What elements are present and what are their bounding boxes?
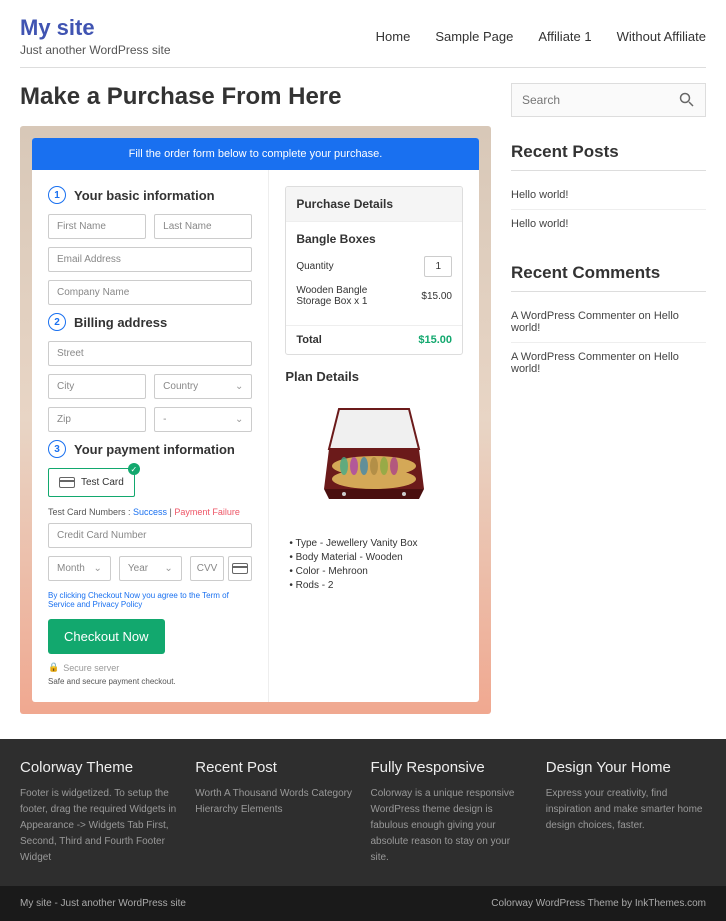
safe-text: Safe and secure payment checkout. — [48, 677, 252, 686]
footer-col-text: Colorway is a unique responsive WordPres… — [371, 786, 531, 866]
cvv-input[interactable]: CVV — [190, 556, 225, 581]
recent-comment-link[interactable]: A WordPress Commenter on Hello world! — [511, 302, 706, 343]
first-name-input[interactable]: First Name — [48, 214, 146, 239]
plan-item: Color - Mehroon — [289, 566, 463, 577]
product-image — [285, 394, 463, 524]
search-icon[interactable] — [679, 92, 695, 108]
step-3-title: Your payment information — [74, 442, 235, 457]
step-2-icon: 2 — [48, 313, 66, 331]
month-select[interactable]: Month — [48, 556, 111, 581]
last-name-input[interactable]: Last Name — [154, 214, 252, 239]
plan-item: Body Material - Wooden — [289, 552, 463, 563]
recent-comments-title: Recent Comments — [511, 263, 706, 283]
footer-col-title: Fully Responsive — [371, 759, 531, 776]
recent-post-link[interactable]: Hello world! — [511, 181, 706, 210]
cc-number-input[interactable]: Credit Card Number — [48, 523, 252, 548]
site-title[interactable]: My site — [20, 15, 171, 41]
plan-item: Type - Jewellery Vanity Box — [289, 538, 463, 549]
line-item: Wooden Bangle Storage Box x 1 — [296, 285, 396, 307]
product-title: Bangle Boxes — [296, 232, 452, 246]
step-1-title: Your basic information — [74, 188, 215, 203]
step-2-title: Billing address — [74, 315, 167, 330]
total-price: $15.00 — [418, 334, 452, 346]
purchase-details-head: Purchase Details — [286, 187, 462, 222]
plan-details-title: Plan Details — [285, 369, 463, 384]
site-tagline: Just another WordPress site — [20, 43, 171, 57]
line-price: $15.00 — [421, 291, 452, 302]
email-input[interactable]: Email Address — [48, 247, 252, 272]
footer-col-title: Colorway Theme — [20, 759, 180, 776]
footer-col-text: Worth A Thousand Words Category Hierarch… — [195, 786, 355, 818]
test-card-option[interactable]: Test Card — [48, 468, 135, 497]
nav-home[interactable]: Home — [376, 29, 411, 44]
recent-comment-link[interactable]: A WordPress Commenter on Hello world! — [511, 343, 706, 383]
total-label: Total — [296, 334, 321, 346]
plan-item: Rods - 2 — [289, 580, 463, 591]
nav-sample[interactable]: Sample Page — [435, 29, 513, 44]
lock-icon: 🔒 — [48, 662, 59, 673]
state-select[interactable]: - — [154, 407, 252, 432]
card-icon — [59, 477, 75, 488]
qty-input[interactable]: 1 — [424, 256, 452, 277]
nav-affiliate[interactable]: Affiliate 1 — [538, 29, 591, 44]
year-select[interactable]: Year — [119, 556, 182, 581]
street-input[interactable]: Street — [48, 341, 252, 366]
order-banner: Fill the order form below to complete yo… — [32, 138, 479, 170]
recent-posts-title: Recent Posts — [511, 142, 706, 162]
failure-link[interactable]: Payment Failure — [174, 507, 240, 517]
step-3-icon: 3 — [48, 440, 66, 458]
footer-col-text: Footer is widgetized. To setup the foote… — [20, 786, 180, 866]
main-nav: Home Sample Page Affiliate 1 Without Aff… — [376, 29, 706, 44]
footer-bar-right[interactable]: Colorway WordPress Theme by InkThemes.co… — [491, 898, 706, 909]
footer-col-title: Design Your Home — [546, 759, 706, 776]
plan-list: Type - Jewellery Vanity Box Body Materia… — [285, 538, 463, 591]
country-select[interactable]: Country — [154, 374, 252, 399]
search-box[interactable] — [511, 83, 706, 117]
footer-bar-left: My site - Just another WordPress site — [20, 898, 186, 909]
zip-input[interactable]: Zip — [48, 407, 146, 432]
cvv-card-icon — [228, 556, 252, 581]
secure-server: 🔒Secure server — [48, 662, 252, 673]
search-input[interactable] — [522, 93, 679, 107]
nav-without[interactable]: Without Affiliate — [617, 29, 706, 44]
terms-text: By clicking Checkout Now you agree to th… — [48, 591, 252, 609]
success-link[interactable]: Success — [133, 507, 167, 517]
page-title: Make a Purchase From Here — [20, 83, 491, 111]
step-1-icon: 1 — [48, 186, 66, 204]
privacy-link[interactable]: Privacy Policy — [92, 600, 142, 609]
checkout-button[interactable]: Checkout Now — [48, 619, 165, 654]
company-input[interactable]: Company Name — [48, 280, 252, 305]
test-card-note: Test Card Numbers : Success | Payment Fa… — [48, 507, 252, 517]
footer-col-text: Express your creativity, find inspiratio… — [546, 786, 706, 834]
qty-label: Quantity — [296, 261, 333, 272]
footer-col-title: Recent Post — [195, 759, 355, 776]
city-input[interactable]: City — [48, 374, 146, 399]
recent-post-link[interactable]: Hello world! — [511, 210, 706, 238]
